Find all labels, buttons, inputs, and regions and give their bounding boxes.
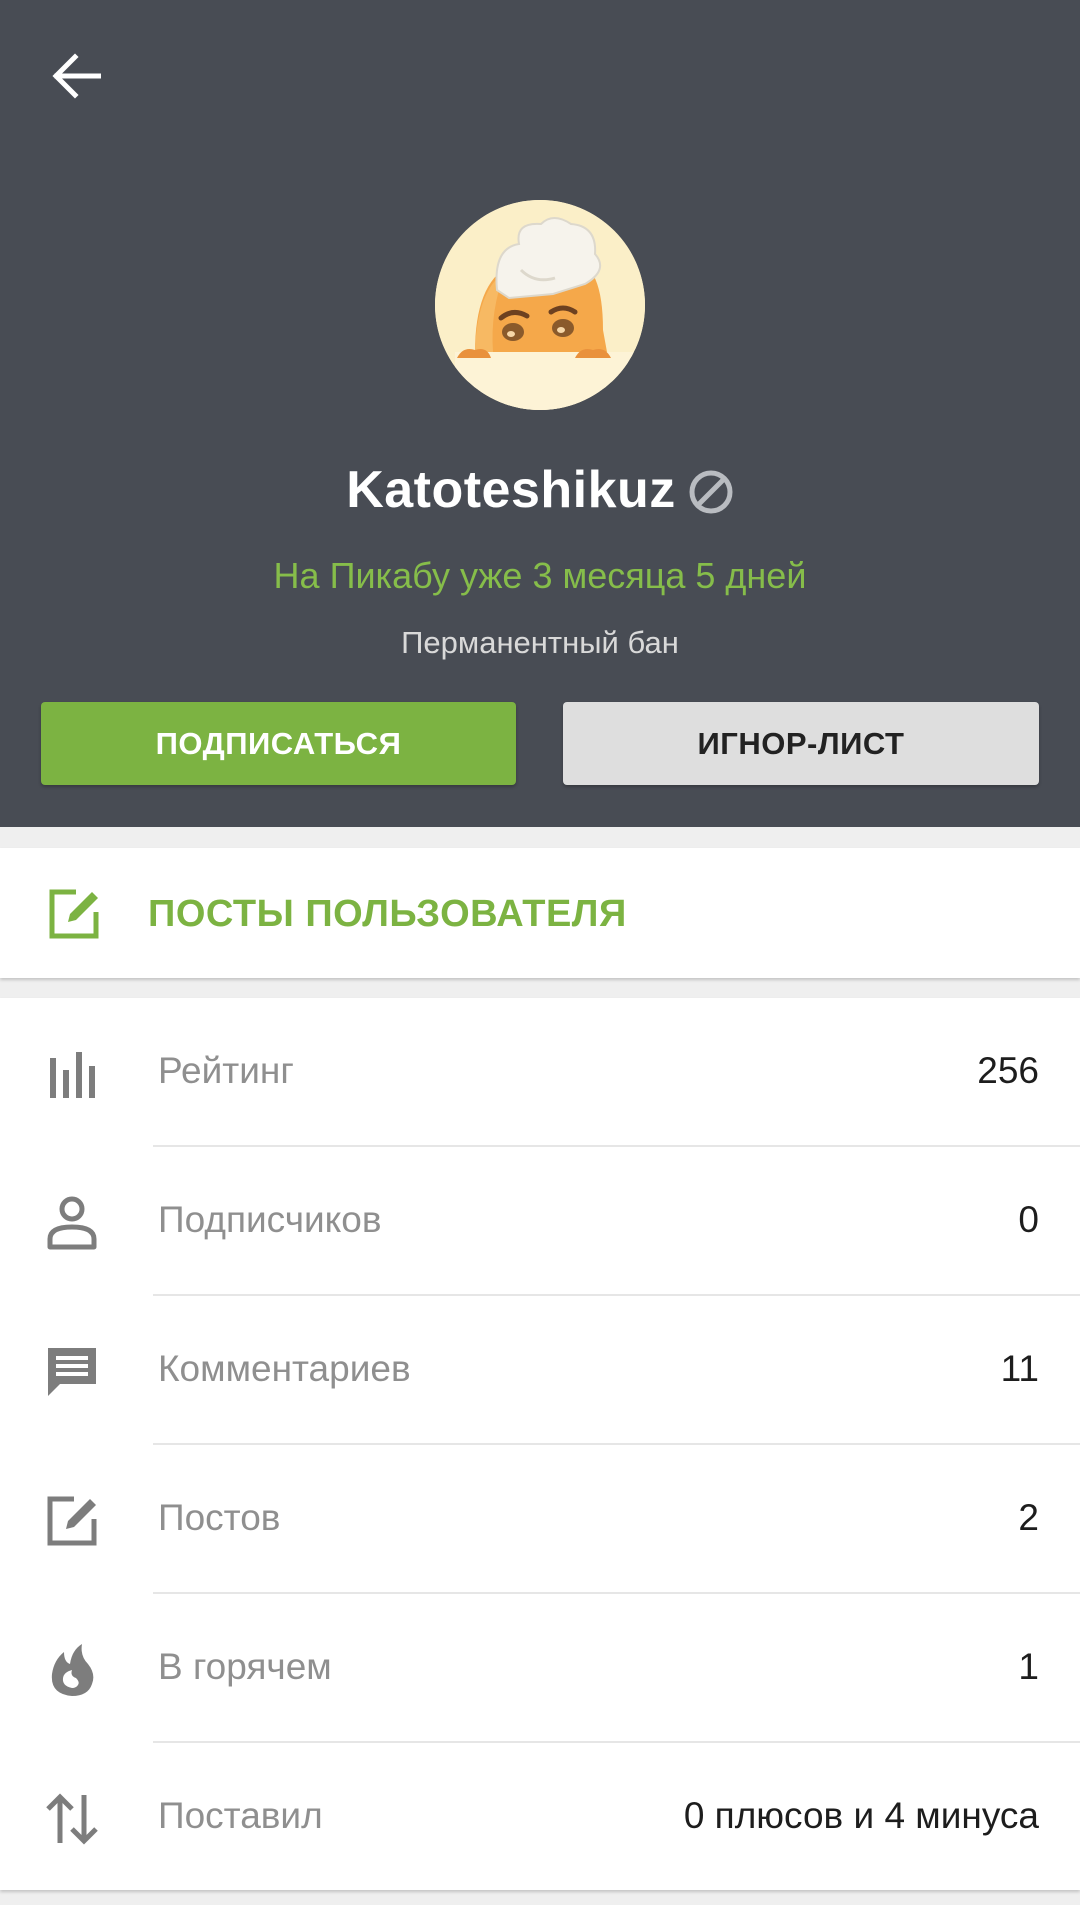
- stat-value: 256: [977, 1050, 1039, 1091]
- stat-label: Комментариев: [158, 1348, 411, 1389]
- member-since-text: На Пикабу уже 3 месяца 5 дней: [273, 555, 807, 596]
- username-row: Katoteshikuz: [0, 455, 1080, 525]
- stat-value: 1: [1018, 1646, 1039, 1687]
- ban-status-text: Перманентный бан: [401, 625, 679, 660]
- person-icon: [47, 1196, 97, 1250]
- swap-vertical-icon: [46, 1793, 98, 1845]
- username: Katoteshikuz: [346, 461, 676, 519]
- ban-icon: [689, 470, 733, 514]
- stat-row-rating: Рейтинг 256: [0, 998, 1080, 1147]
- stat-row-hot: В горячем 1: [0, 1594, 1080, 1743]
- comment-icon: [48, 1348, 96, 1396]
- profile-header: Katoteshikuz На Пикабу уже 3 месяца 5 дн…: [0, 0, 1080, 827]
- ignore-list-button[interactable]: ИГНОР-ЛИСТ: [563, 702, 1039, 785]
- stat-value: 0 плюсов и 4 минуса: [683, 1795, 1039, 1836]
- stat-label: Постов: [158, 1497, 281, 1538]
- user-posts-label: ПОСТЫ ПОЛЬЗОВАТЕЛЯ: [148, 893, 627, 935]
- stat-label: В горячем: [158, 1646, 332, 1687]
- user-posts-link[interactable]: ПОСТЫ ПОЛЬЗОВАТЕЛЯ: [0, 848, 1080, 978]
- stat-row-comments: Комментариев 11: [0, 1296, 1080, 1445]
- bar-chart-icon: [50, 1052, 95, 1098]
- stat-label: Подписчиков: [158, 1199, 382, 1240]
- edit-icon: [47, 1496, 97, 1546]
- stat-label: Рейтинг: [158, 1050, 294, 1091]
- flame-icon: [51, 1644, 94, 1696]
- stat-value: 0: [1018, 1199, 1039, 1240]
- stat-value: 2: [1018, 1497, 1039, 1538]
- stat-value: 11: [1000, 1348, 1039, 1389]
- chef-mascot-image: [435, 200, 645, 410]
- arrow-left-icon: [52, 53, 101, 99]
- stat-row-posts: Постов 2: [0, 1445, 1080, 1594]
- subscribe-button[interactable]: ПОДПИСАТЬСЯ: [41, 702, 516, 785]
- stat-label: Поставил: [158, 1795, 323, 1836]
- back-button[interactable]: [40, 40, 112, 112]
- stats-list: Рейтинг 256 Подписчиков 0 Комментариев 1…: [0, 998, 1080, 1890]
- stat-row-votes: Поставил 0 плюсов и 4 минуса: [0, 1743, 1080, 1892]
- edit-icon: [49, 889, 99, 939]
- stat-row-subscribers: Подписчиков 0: [0, 1147, 1080, 1296]
- avatar[interactable]: [435, 200, 645, 410]
